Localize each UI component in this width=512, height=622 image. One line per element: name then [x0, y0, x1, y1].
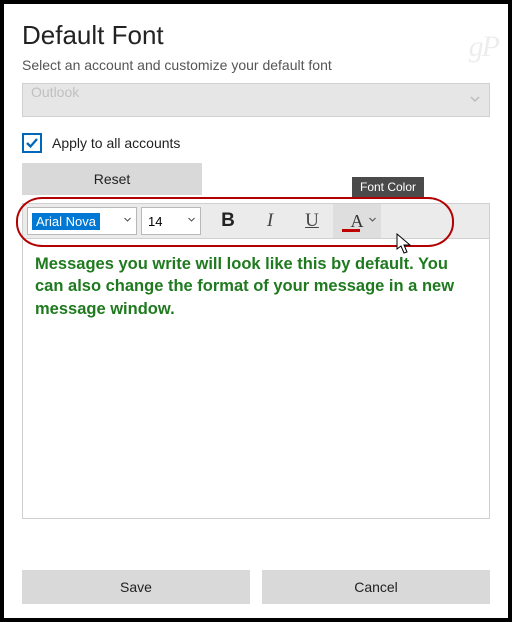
- chevron-down-icon: [123, 215, 132, 227]
- italic-button[interactable]: I: [249, 204, 291, 238]
- font-name-dropdown[interactable]: Arial Nova: [27, 207, 137, 235]
- font-size-dropdown[interactable]: 14: [141, 207, 201, 235]
- page-subtitle: Select an account and customize your def…: [22, 57, 490, 73]
- apply-all-label: Apply to all accounts: [52, 135, 180, 151]
- chevron-down-icon: [187, 215, 196, 227]
- reset-button[interactable]: Reset: [22, 163, 202, 195]
- bold-button[interactable]: B: [207, 204, 249, 238]
- cancel-button[interactable]: Cancel: [262, 570, 490, 604]
- chevron-down-icon: [469, 92, 481, 108]
- chevron-down-icon: [368, 215, 377, 227]
- account-dropdown[interactable]: Outlook: [22, 83, 490, 117]
- underline-button[interactable]: U: [291, 204, 333, 238]
- apply-all-checkbox[interactable]: [22, 133, 42, 153]
- preview-area: Messages you write will look like this b…: [22, 239, 490, 519]
- font-color-button[interactable]: A: [333, 204, 381, 238]
- font-toolbar: Arial Nova 14 B I U A: [22, 203, 490, 239]
- check-icon: [25, 136, 39, 150]
- font-color-bar-icon: [342, 229, 360, 232]
- page-title: Default Font: [22, 20, 490, 51]
- font-size-value: 14: [148, 214, 162, 229]
- font-name-value: Arial Nova: [32, 213, 100, 230]
- account-dropdown-value: Outlook: [31, 84, 79, 100]
- font-color-tooltip: Font Color: [352, 177, 424, 197]
- save-button[interactable]: Save: [22, 570, 250, 604]
- preview-text: Messages you write will look like this b…: [35, 253, 477, 320]
